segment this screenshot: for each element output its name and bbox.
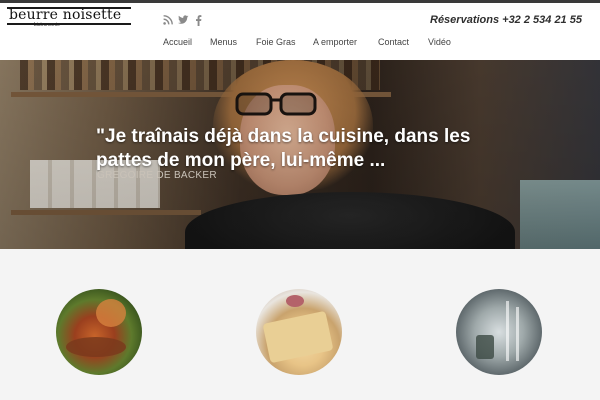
rss-icon[interactable] bbox=[163, 15, 173, 27]
nav-item-accueil[interactable]: Accueil bbox=[163, 37, 192, 47]
nav-item-menus[interactable]: Menus bbox=[210, 37, 237, 47]
tumbler-glass bbox=[476, 335, 494, 359]
glass-stem-1 bbox=[506, 301, 509, 361]
logo-tagline: bistronomie bbox=[34, 22, 60, 28]
nav-item-video[interactable]: Vidéo bbox=[428, 37, 451, 47]
main-nav: Accueil Menus Foie Gras A emporter Conta… bbox=[0, 37, 600, 53]
facebook-icon[interactable] bbox=[195, 15, 202, 27]
logo-bottom-rule bbox=[7, 23, 131, 25]
site-header: beurre noisette bistronomie Réservations… bbox=[0, 3, 600, 60]
feature-glasses-photo[interactable] bbox=[456, 289, 542, 375]
foie-gras-slice bbox=[262, 310, 334, 364]
foie-gras-berry bbox=[286, 295, 304, 307]
glass-stem-2 bbox=[516, 307, 519, 361]
hero-quote-author: GREGOIRE DE BACKER bbox=[97, 170, 217, 181]
twitter-icon[interactable] bbox=[178, 15, 189, 27]
hero-quote[interactable]: "Je traînais déjà dans la cuisine, dans … bbox=[96, 125, 476, 173]
reservations-phone[interactable]: Réservations +32 2 534 21 55 bbox=[430, 14, 595, 26]
nav-item-foie-gras[interactable]: Foie Gras bbox=[256, 37, 296, 47]
dish-garnish bbox=[96, 299, 126, 327]
dish-shape bbox=[66, 337, 126, 357]
logo-name: beurre noisette bbox=[9, 7, 122, 23]
nav-item-a-emporter[interactable]: A emporter bbox=[313, 37, 357, 47]
nav-item-contact[interactable]: Contact bbox=[378, 37, 409, 47]
feature-foie-gras-photo[interactable] bbox=[256, 289, 342, 375]
logo[interactable]: beurre noisette bistronomie bbox=[7, 6, 131, 28]
hero-banner: "Je traînais déjà dans la cuisine, dans … bbox=[0, 60, 600, 249]
feature-dish-photo[interactable] bbox=[56, 289, 142, 375]
